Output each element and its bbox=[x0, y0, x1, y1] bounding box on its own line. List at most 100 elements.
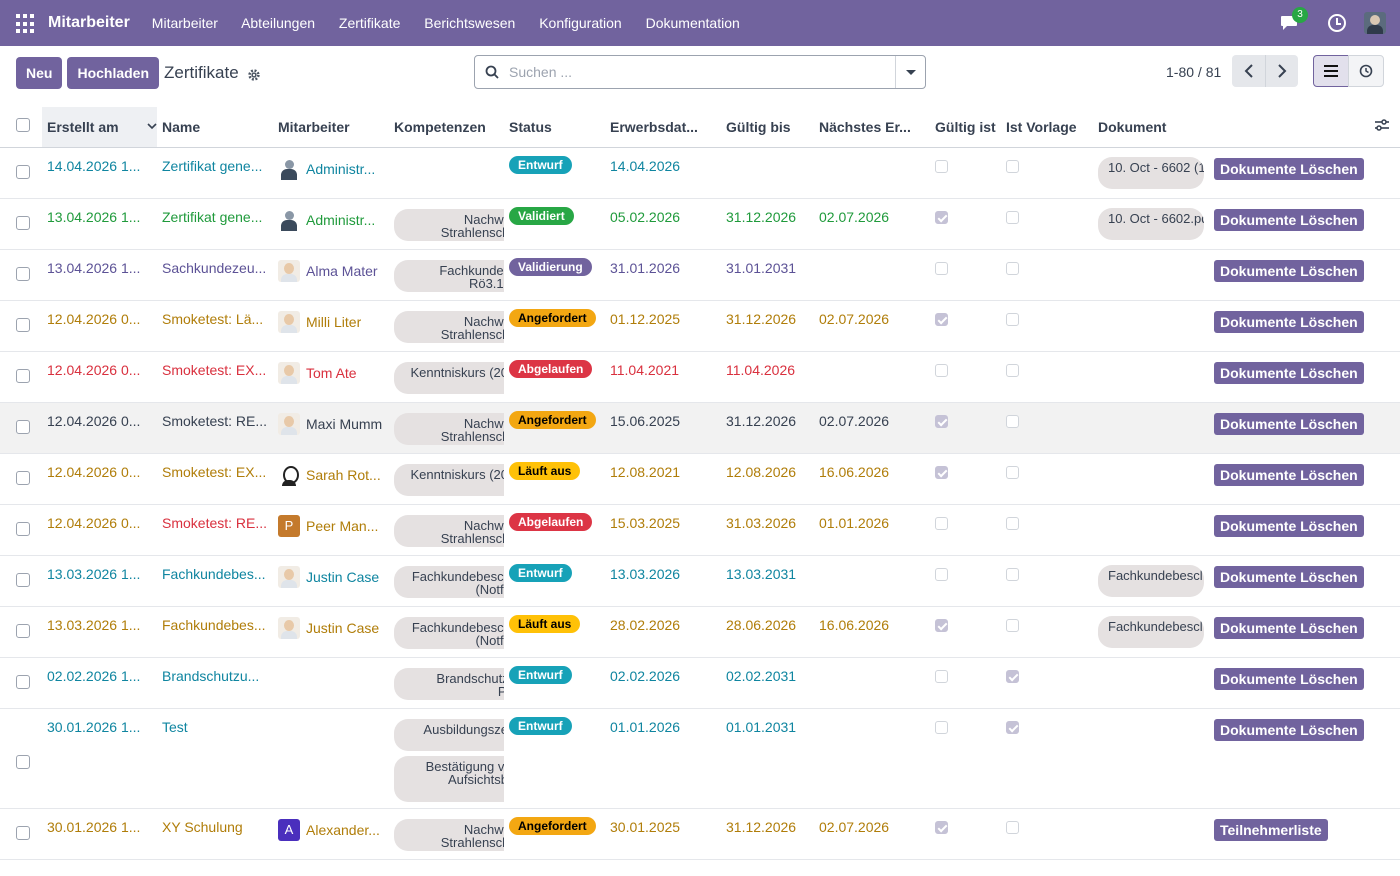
table-row[interactable]: 12.04.2026 0... Smoketest: Lä... Milli Lit… bbox=[0, 300, 1400, 352]
employee-chip[interactable]: Milli Liter bbox=[278, 310, 384, 333]
table-row[interactable]: 02.02.2026 1... Brandschutzu... Brandschut… bbox=[0, 657, 1400, 709]
delete-documents-button[interactable]: Dokumente Löschen bbox=[1214, 412, 1364, 435]
table-row[interactable]: 12.04.2026 0... Smoketest: RE... P Peer Man… bbox=[0, 504, 1400, 556]
certificate-name[interactable]: Test bbox=[162, 719, 268, 735]
app-brand[interactable]: Mitarbeiter bbox=[48, 14, 130, 32]
messages-icon[interactable]: 3 bbox=[1280, 7, 1308, 33]
delete-documents-button[interactable]: Dokumente Löschen bbox=[1214, 157, 1364, 180]
table-row[interactable]: 13.03.2026 1... Fachkundebes... Justin Cas… bbox=[0, 555, 1400, 607]
col-erstellt-am[interactable]: Erstellt am bbox=[42, 107, 157, 148]
row-checkbox[interactable] bbox=[16, 368, 30, 383]
table-row[interactable]: 30.01.2026 1... Test Ausbildungszeu für MT… bbox=[0, 708, 1400, 809]
delete-documents-button[interactable]: Dokumente Löschen bbox=[1214, 310, 1364, 333]
document-attachment[interactable]: 10. Oct - 6602 (1).pdf bbox=[1098, 156, 1204, 189]
delete-documents-button[interactable]: Dokumente Löschen bbox=[1214, 361, 1364, 384]
col-gueltig-bis[interactable]: Gültig bis bbox=[721, 107, 814, 148]
delete-documents-button[interactable]: Dokumente Löschen bbox=[1214, 514, 1364, 537]
table-row[interactable]: 12.04.2026 0... Smoketest: EX... Sarah Rot… bbox=[0, 453, 1400, 505]
row-checkbox[interactable] bbox=[16, 266, 30, 281]
menu-berichtswesen[interactable]: Berichtswesen bbox=[424, 15, 515, 31]
row-checkbox[interactable] bbox=[16, 572, 30, 587]
row-checkbox[interactable] bbox=[16, 470, 30, 485]
menu-dokumentation[interactable]: Dokumentation bbox=[646, 15, 740, 31]
delete-documents-button[interactable]: Dokumente Löschen bbox=[1214, 259, 1364, 282]
gear-icon[interactable] bbox=[247, 68, 261, 82]
delete-documents-button[interactable]: Dokumente Löschen bbox=[1214, 616, 1364, 639]
activity-view-button[interactable] bbox=[1348, 55, 1384, 87]
certificate-name[interactable]: Smoketest: Lä... bbox=[162, 311, 268, 327]
document-attachment[interactable]: 10. Oct - 6602.pdf bbox=[1098, 207, 1204, 240]
employee-chip[interactable]: A Alexander... bbox=[278, 818, 384, 841]
apps-menu-icon[interactable] bbox=[16, 14, 36, 34]
new-button[interactable]: Neu bbox=[16, 57, 63, 89]
table-row[interactable]: 12.04.2026 0... Smoketest: RE... Maxi Mumm… bbox=[0, 402, 1400, 454]
certificate-name[interactable]: Sachkundezeu... bbox=[162, 260, 268, 276]
document-attachment[interactable]: Fachkundebescl Muster.p bbox=[1098, 564, 1204, 597]
delete-documents-button[interactable]: Dokumente Löschen bbox=[1214, 667, 1364, 690]
row-checkbox[interactable] bbox=[16, 754, 30, 769]
user-avatar[interactable] bbox=[1364, 12, 1386, 34]
table-row[interactable]: 14.04.2026 1... Zertifikat gene... Adminis… bbox=[0, 147, 1400, 199]
certificate-name[interactable]: Smoketest: RE... bbox=[162, 413, 268, 429]
employee-chip[interactable]: Sarah Rot... bbox=[278, 463, 384, 486]
upload-button[interactable]: Hochladen bbox=[67, 57, 160, 89]
col-dokument[interactable]: Dokument bbox=[1093, 107, 1209, 148]
certificate-name[interactable]: Smoketest: EX... bbox=[162, 464, 268, 480]
delete-documents-button[interactable]: Dokumente Löschen bbox=[1214, 565, 1364, 588]
row-checkbox[interactable] bbox=[16, 164, 30, 179]
col-naechstes[interactable]: Nächstes Er... bbox=[814, 107, 930, 148]
delete-documents-button[interactable]: Dokumente Löschen bbox=[1214, 718, 1364, 741]
menu-zertifikate[interactable]: Zertifikate bbox=[339, 15, 400, 31]
employee-chip[interactable]: Administr... bbox=[278, 208, 384, 231]
search-options-toggle[interactable] bbox=[895, 56, 925, 88]
employee-chip[interactable]: Tom Ate bbox=[278, 361, 384, 384]
delete-documents-button[interactable]: Dokumente Löschen bbox=[1214, 463, 1364, 486]
table-row[interactable]: 13.03.2026 1... Fachkundebes... Justin Cas… bbox=[0, 606, 1400, 658]
column-settings-icon[interactable] bbox=[1374, 118, 1390, 132]
certificate-name[interactable]: Smoketest: RE... bbox=[162, 515, 268, 531]
row-checkbox[interactable] bbox=[16, 215, 30, 230]
list-view-button[interactable] bbox=[1313, 55, 1349, 87]
col-mitarbeiter[interactable]: Mitarbeiter bbox=[273, 107, 389, 148]
col-erwerbsdatum[interactable]: Erwerbsdat... bbox=[605, 107, 721, 148]
pager-previous-button[interactable] bbox=[1232, 55, 1265, 87]
employee-chip[interactable]: Justin Case bbox=[278, 565, 384, 588]
table-row[interactable]: 13.04.2026 1... Sachkundezeu... Alma Mater… bbox=[0, 249, 1400, 301]
table-row[interactable]: 30.01.2026 1... XY Schulung A Alexander... N… bbox=[0, 808, 1400, 860]
row-checkbox[interactable] bbox=[16, 317, 30, 332]
search-input[interactable]: Suchen ... bbox=[509, 64, 895, 80]
certificate-name[interactable]: Fachkundebes... bbox=[162, 617, 268, 633]
row-checkbox[interactable] bbox=[16, 419, 30, 434]
employee-chip[interactable]: Maxi Mumm bbox=[278, 412, 384, 435]
col-ist-vorlage[interactable]: Ist Vorlage bbox=[1001, 107, 1093, 148]
certificate-name[interactable]: Brandschutzu... bbox=[162, 668, 268, 684]
row-checkbox[interactable] bbox=[16, 674, 30, 689]
certificate-name[interactable]: Fachkundebes... bbox=[162, 566, 268, 582]
certificate-name[interactable]: Zertifikat gene... bbox=[162, 209, 268, 225]
table-row[interactable]: 12.04.2026 0... Smoketest: EX... Tom Ate Ke… bbox=[0, 351, 1400, 403]
employee-chip[interactable]: P Peer Man... bbox=[278, 514, 384, 537]
menu-konfiguration[interactable]: Konfiguration bbox=[539, 15, 622, 31]
col-kompetenzen[interactable]: Kompetenzen bbox=[389, 107, 504, 148]
row-checkbox[interactable] bbox=[16, 623, 30, 638]
delete-documents-button[interactable]: Dokumente Löschen bbox=[1214, 208, 1364, 231]
table-row[interactable]: 13.04.2026 1... Zertifikat gene... Adminis… bbox=[0, 198, 1400, 250]
pager-next-button[interactable] bbox=[1265, 55, 1298, 87]
employee-chip[interactable]: Alma Mater bbox=[278, 259, 384, 282]
pager-value[interactable]: 1-80 / 81 bbox=[1166, 64, 1221, 80]
certificate-name[interactable]: Smoketest: EX... bbox=[162, 362, 268, 378]
certificate-name[interactable]: XY Schulung bbox=[162, 819, 268, 835]
col-name[interactable]: Name bbox=[157, 107, 273, 148]
document-attachment[interactable]: Fachkundebescl Muster.p bbox=[1098, 615, 1204, 648]
col-status[interactable]: Status bbox=[504, 107, 605, 148]
menu-mitarbeiter[interactable]: Mitarbeiter bbox=[152, 15, 218, 31]
select-all-checkbox[interactable] bbox=[16, 118, 30, 133]
menu-abteilungen[interactable]: Abteilungen bbox=[241, 15, 315, 31]
certificate-name[interactable]: Zertifikat gene... bbox=[162, 158, 268, 174]
participant-list-button[interactable]: Teilnehmerliste bbox=[1214, 818, 1328, 841]
activity-clock-icon[interactable] bbox=[1328, 14, 1346, 32]
col-gueltig-ist[interactable]: Gültig ist bbox=[930, 107, 1001, 148]
row-checkbox[interactable] bbox=[16, 825, 30, 840]
row-checkbox[interactable] bbox=[16, 521, 30, 536]
employee-chip[interactable]: Administr... bbox=[278, 157, 384, 180]
